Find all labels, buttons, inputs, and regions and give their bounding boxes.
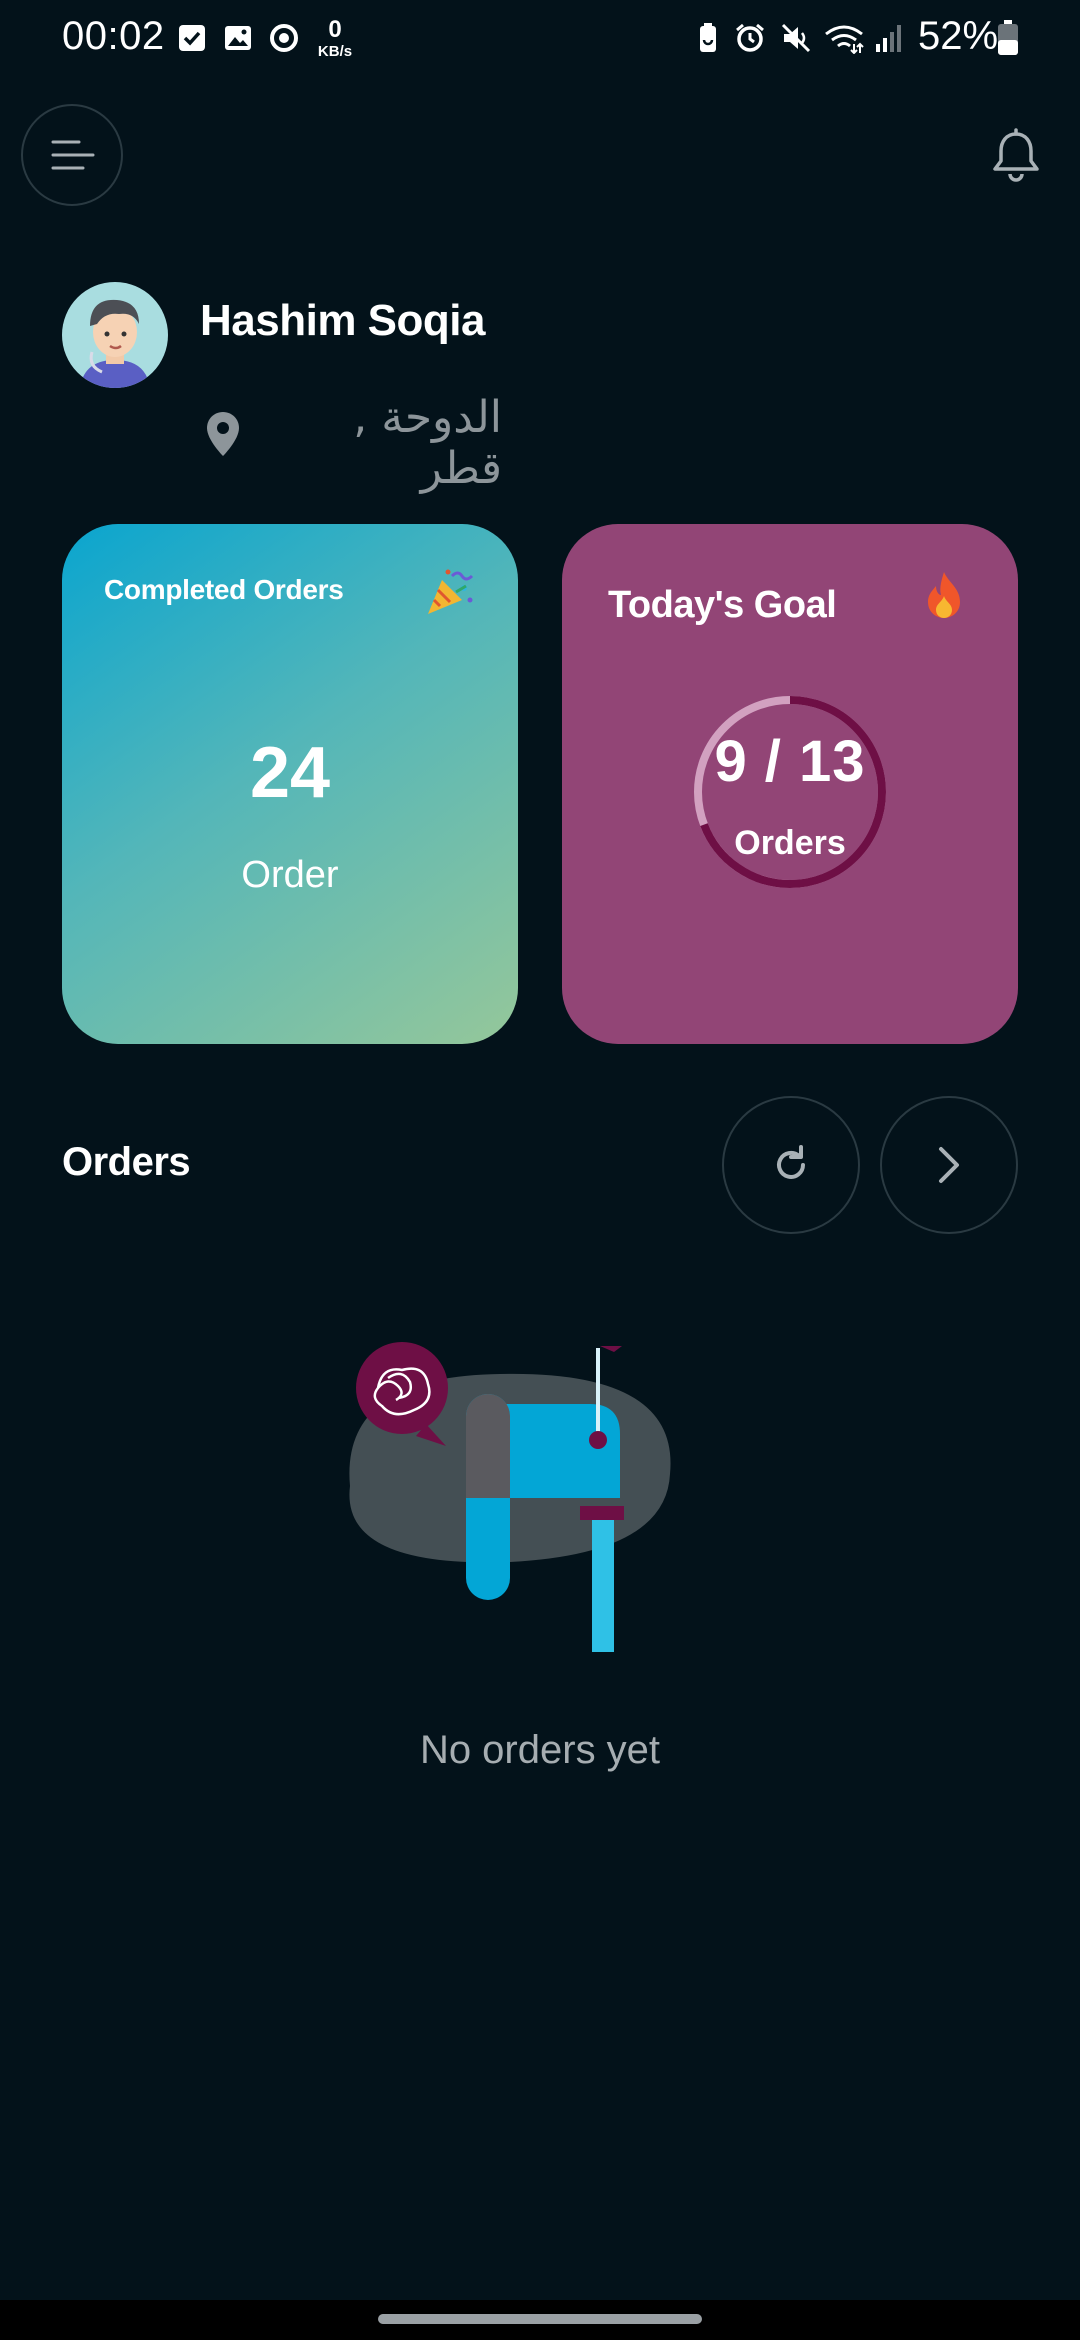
chevron-right-icon (939, 1147, 959, 1183)
goal-progress-unit: Orders (734, 824, 846, 862)
user-name: Hashim Soqia (200, 296, 485, 345)
wifi-icon (825, 25, 864, 54)
battery-percent: 52% (918, 14, 999, 58)
alarm-icon (736, 23, 764, 52)
completed-orders-count: 24 (249, 733, 331, 813)
hamburger-menu-icon (51, 140, 95, 170)
todays-goal-title: Today's Goal (608, 584, 837, 626)
avatar-illustration (80, 299, 150, 388)
party-popper-icon (428, 569, 474, 614)
signal-icon (876, 25, 901, 52)
completed-orders-unit: Order (241, 854, 339, 896)
status-time: 00:02 (62, 14, 165, 58)
view-all-orders-button[interactable] (880, 1096, 1018, 1234)
location-text: الدوحة , قطر (353, 392, 502, 494)
menu-button[interactable] (21, 104, 123, 206)
sync-notification-icon (270, 24, 298, 52)
checkbox-notification-icon (179, 25, 205, 51)
refresh-icon (777, 1145, 805, 1179)
bell-icon[interactable] (990, 128, 1042, 184)
fire-icon (928, 572, 960, 618)
avatar[interactable] (62, 282, 168, 388)
refresh-orders-button[interactable] (722, 1096, 860, 1234)
image-notification-icon (225, 26, 251, 50)
goal-progress-value: 9 / 13 (714, 729, 866, 794)
network-speed-unit: KB/s (317, 43, 353, 60)
empty-mailbox-illustration (349, 1342, 671, 1652)
orders-section-title: Orders (62, 1140, 191, 1184)
network-speed-value: 0 (328, 16, 342, 43)
status-bar: 00:02 0 KB/s 52% (0, 0, 1080, 80)
battery-icon (998, 20, 1018, 55)
battery-saver-icon (700, 23, 716, 52)
home-indicator[interactable] (378, 2314, 702, 2324)
map-pin-icon (207, 412, 239, 456)
network-speed: 0 KB/s (312, 16, 358, 60)
mute-icon (781, 23, 811, 53)
empty-orders-message: No orders yet (419, 1728, 661, 1772)
completed-orders-title: Completed Orders (104, 574, 344, 605)
